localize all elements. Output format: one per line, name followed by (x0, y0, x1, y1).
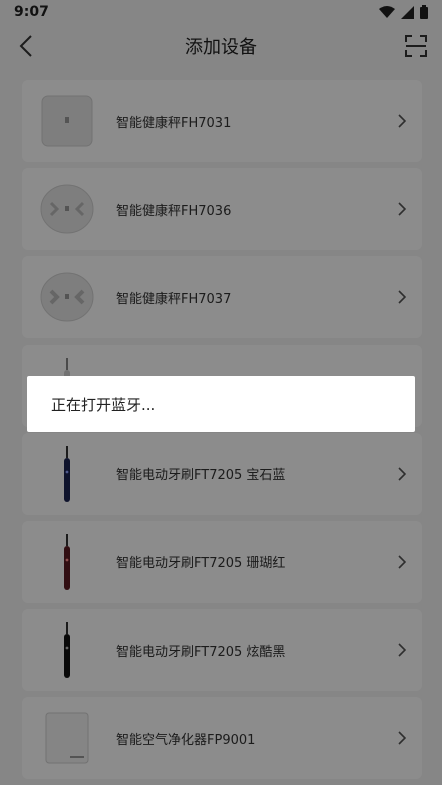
loading-dialog: 正在打开蓝牙... (27, 376, 415, 432)
dialog-message: 正在打开蓝牙... (51, 395, 156, 414)
